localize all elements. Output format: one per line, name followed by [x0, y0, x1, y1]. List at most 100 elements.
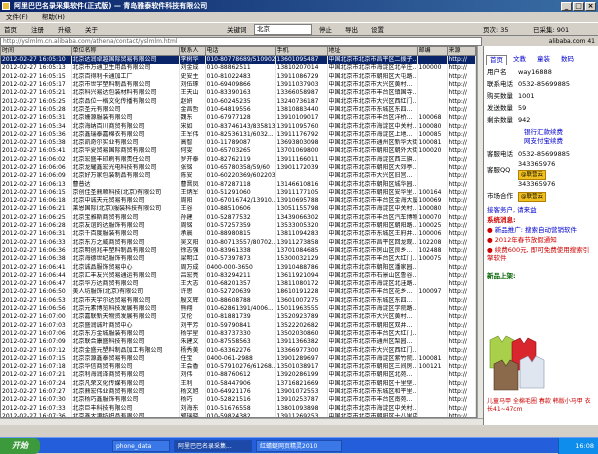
table-row[interactable]: 2012-02-27 16:07:27 北京鼎宏伟业商贸有限公司 杨文旭 010-64…	[1, 387, 476, 397]
task-alibaba-collector[interactable]: 阿里巴巴名录采集...	[174, 440, 252, 452]
table-row[interactable]: 2012-02-27 16:07:21 北京利海润泽商贸有限公司 刘伟 010-887…	[1, 371, 476, 380]
table-cell: 北京凡荣文化传媒有限公司	[71, 379, 180, 388]
table-row[interactable]: 2012-02-27 16:06:18 北京中诚天元贸易有限公司 周阳 010-670…	[1, 197, 476, 206]
table-cell: 13910488786	[275, 263, 328, 272]
table-row[interactable]: 2012-02-27 16:06:50 美人坊服饰(北京)有限公司 许思 010-52…	[1, 288, 476, 297]
column-header[interactable]: 时间	[1, 47, 72, 56]
table-row[interactable]: 2012-02-27 16:06:28 北京友谊的达服饰有限公司 周铭 010-572…	[1, 221, 476, 231]
task-phone-data[interactable]: phone_data	[112, 440, 170, 452]
table-row[interactable]: 2012-02-27 16:07:09 北京联合康盛科技有限公司 朱建文 010-87…	[1, 338, 476, 347]
start-button[interactable]: 开始	[0, 438, 40, 454]
table-row[interactable]: 2012-02-27 16:05:13 北京市万通卫生用品有限公司 刘金成 010-8…	[1, 64, 476, 73]
message-2-text[interactable]: 2012年春节放假通知	[495, 236, 557, 244]
table-row[interactable]: 2012-02-27 16:07:06 北京东方金城服装有限公司 杨宇星 010-83…	[1, 329, 476, 339]
table-cell	[417, 338, 448, 347]
horizontal-scrollbar[interactable]	[0, 418, 483, 425]
table-row[interactable]: 2012-02-27 16:06:41 北京诚品服饰贸易中心 周万成 0400-000…	[1, 263, 476, 272]
export-button[interactable]: 导出	[344, 25, 359, 35]
table-row[interactable]: 2012-02-27 16:06:38 北京海德世纪服饰有限公司 梁明江 010-57…	[1, 255, 476, 264]
message-3[interactable]: ● 续费600元, 即可免费使用搜索引擎软件	[487, 246, 595, 262]
table-row[interactable]: 2012-02-27 16:05:36 北京鑫瑞泰嘉棉衣有限公司 王军伟 010-82…	[1, 130, 476, 139]
column-header[interactable]: 联系人	[179, 47, 206, 56]
table-row[interactable]: 2012-02-27 16:06:02 北京宏盛丰印刷有限责任公司 罗开泰 010-8…	[1, 155, 476, 164]
tab-home[interactable]: 首页	[486, 55, 507, 65]
upgrade-button[interactable]: 升级	[57, 25, 72, 35]
table-row[interactable]: 2012-02-27 16:06:13 曹普达 曹晋凤 010-87287118 131…	[1, 180, 476, 189]
home-button[interactable]: 首页	[3, 25, 18, 35]
table-row[interactable]: 2012-02-27 16:06:44 北京汇丰友兴贸易通运有限公司 吕宏亮 010-…	[1, 271, 476, 281]
table-cell: 13910253787	[275, 396, 328, 405]
table-row[interactable]: 2012-02-27 16:07:30 北京杨巧鑫服饰有限公司 杨巧 010-5282…	[1, 396, 476, 405]
table-row[interactable]: 2012-02-27 16:05:28 北京圣元有限公司 金昌哲 010-648195…	[1, 105, 476, 115]
table-row[interactable]: 2012-02-27 16:05:38 北京凯奇尔实业有限公司 高智 010-1178…	[1, 138, 476, 148]
table-row[interactable]: 2012-02-27 16:05:31 北京姗源服装有限公司 魏东 010-67977…	[1, 114, 476, 123]
bank-renew-link[interactable]: 银行汇款续费	[524, 128, 563, 136]
table-cell: 010-83961338	[205, 246, 276, 256]
table-cell	[417, 271, 448, 281]
column-header[interactable]: 来源	[447, 47, 476, 56]
table-row[interactable]: 2012-02-27 16:06:56 北京元素博览科技发展有限公司 熊翔 010-6…	[1, 304, 476, 314]
alipay-renew-link[interactable]: 网支付宝续费	[524, 137, 563, 145]
table-row[interactable]: 2012-02-27 16:05:34 北京海纳百川商贸有限公司 宋如 010-837…	[1, 122, 476, 131]
table-row[interactable]: 2012-02-27 16:05:21 北京科兴易达包装材料有限公司 王天山 010-…	[1, 89, 476, 98]
table-row[interactable]: 2012-02-27 16:06:06 北京龙耀鑫宏光电科技有限公司 张铭 010-6…	[1, 163, 476, 173]
table-row[interactable]: 2012-02-27 16:07:33 北京巨丰科技有限公司 刘海东 010-5167…	[1, 404, 476, 413]
table-cell: 010-65780358/59/60	[205, 163, 276, 173]
table-cell	[417, 180, 448, 189]
table-cell: 2012-02-27 16:06:09	[1, 172, 72, 181]
table-row[interactable]: 2012-02-27 16:06:53 北京市天宇尔达贸易有限公司 殷文辉 010-8…	[1, 296, 476, 305]
menu-file[interactable]: 文件(F)	[0, 12, 34, 22]
menu-help[interactable]: 帮助(H)	[36, 12, 71, 22]
table-row[interactable]: 2012-02-27 16:06:21 莱恩国际(北京)服装科技有限公司 王谷 010…	[1, 205, 476, 214]
table-row[interactable]: 2012-02-27 16:06:47 北京华方达商贸有限公司 王大志 010-682…	[1, 280, 476, 289]
column-header[interactable]: 电话	[205, 47, 276, 56]
table-row[interactable]: 2012-02-27 16:06:36 北京明创兆丰塑料制品有限公司 徐志强 010-…	[1, 246, 476, 256]
stop-button[interactable]: 停止	[318, 25, 333, 35]
product-image[interactable]	[486, 330, 552, 392]
results-grid[interactable]: 时间 单位名称 联系人 电话 手机 地址 邮编 来源 2012-02-27 16:05:10 北…	[0, 46, 477, 418]
table-cell: 中国北京市北京市丰台区南苑...	[327, 396, 418, 405]
message-3-text[interactable]: 续费600元, 即可免费使用搜索引擎软件	[487, 246, 589, 262]
close-button[interactable]: ×	[585, 2, 596, 11]
product-caption[interactable]: 儿童马甲 全棉毛圈 春款 韩版小马甲 衣长41~47cm	[487, 398, 595, 414]
task-web-spirit[interactable]: 红蜻蜓网页精灵2010	[256, 440, 342, 452]
table-row[interactable]: 2012-02-27 16:05:17 北京市世宇塑料制品有限公司 刘伍琢 010-6…	[1, 80, 476, 90]
table-row[interactable]: 2012-02-27 16:05:41 北京华夏贸易国际商贸有限公司 何雯 010-6…	[1, 147, 476, 156]
notice-link[interactable]: 接客务户, 请来益	[487, 206, 537, 214]
settings-button[interactable]: 设置	[370, 25, 385, 35]
table-row[interactable]: 2012-02-27 16:07:03 北京盛润诚叶商贸中心 刘平芳 010-5979…	[1, 321, 476, 330]
table-row[interactable]: 2012-02-27 16:05:25 北京品位一格文化传播有限公司 赵妍 010-6…	[1, 97, 476, 106]
column-header[interactable]: 邮编	[417, 47, 448, 56]
tab-kidswear[interactable]: 童装	[534, 55, 553, 64]
qq2-button[interactable]: @联营云	[518, 192, 547, 202]
table-cell: 北京盛润诚叶商贸中心	[71, 321, 180, 330]
minimize-button[interactable]: _	[561, 2, 572, 11]
table-row[interactable]: 2012-02-27 16:07:00 北京嘉联新天物资发展有限公司 艾伦 010-8…	[1, 313, 476, 322]
table-row[interactable]: 2012-02-27 16:05:15 北京百得利卡通加工厂 史安主 010-8102…	[1, 72, 476, 81]
table-row[interactable]: 2012-02-27 16:06:25 北京宝雅斯商贸有限公司 孙建 010-5287…	[1, 213, 476, 222]
message-2[interactable]: ● 2012年春节放假通知	[487, 236, 557, 244]
message-1[interactable]: ● 新品推广: 搜索自动营销软件	[487, 226, 577, 234]
tab-digital[interactable]: 数码	[558, 55, 577, 64]
message-1-text[interactable]: 新品推广: 搜索自动营销软件	[495, 226, 577, 234]
column-header[interactable]: 地址	[327, 47, 418, 56]
table-row[interactable]: 2012-02-27 16:06:33 北京东方之威商贸有限公司 吴文阳 010-80…	[1, 238, 476, 247]
table-row[interactable]: 2012-02-27 16:06:09 北京好万家包装制品有限公司 陈安 010-60…	[1, 172, 476, 181]
maximize-button[interactable]: □	[573, 2, 584, 11]
table-cell: 2012-02-27 16:06:33	[1, 238, 72, 247]
column-header[interactable]: 手机	[275, 47, 328, 56]
column-header[interactable]: 单位名称	[71, 47, 180, 56]
table-row[interactable]: 2012-02-27 16:07:15 北京京源鑫泰贸易有限公司 任宝 0400-06…	[1, 354, 476, 363]
table-row[interactable]: 2012-02-27 16:06:15 京创佳圣鼎顺科技(北京)有限公司 王炳军 01…	[1, 188, 476, 198]
table-row[interactable]: 2012-02-27 16:07:24 北京凡荣文化传媒有限公司 王利 010-584…	[1, 379, 476, 388]
url-bar[interactable]: http://yslmlm.cn.alibaba.com/athena/cont…	[0, 37, 482, 46]
qq1-button[interactable]: @联营云	[518, 170, 547, 180]
tab-stationery[interactable]: 文教	[510, 55, 529, 64]
table-row[interactable]: 2012-02-27 16:07:12 北京金盛元塑料制品加工有限公司 杨秀美 010…	[1, 346, 476, 355]
table-row[interactable]: 2012-02-27 16:05:10 北京达润卓越国际贸易有限公司 李树华 010-…	[1, 55, 476, 65]
keyword-input[interactable]: 北京	[254, 24, 312, 35]
register-button[interactable]: 注册	[30, 25, 45, 35]
table-row[interactable]: 2012-02-27 16:07:18 北京华信商贸有限公司 王会香 010-5791…	[1, 362, 476, 372]
table-row[interactable]: 2012-02-27 16:06:31 北京千百度服装有限公司 承晨 010-8898…	[1, 230, 476, 239]
about-button[interactable]: 关于	[84, 25, 99, 35]
